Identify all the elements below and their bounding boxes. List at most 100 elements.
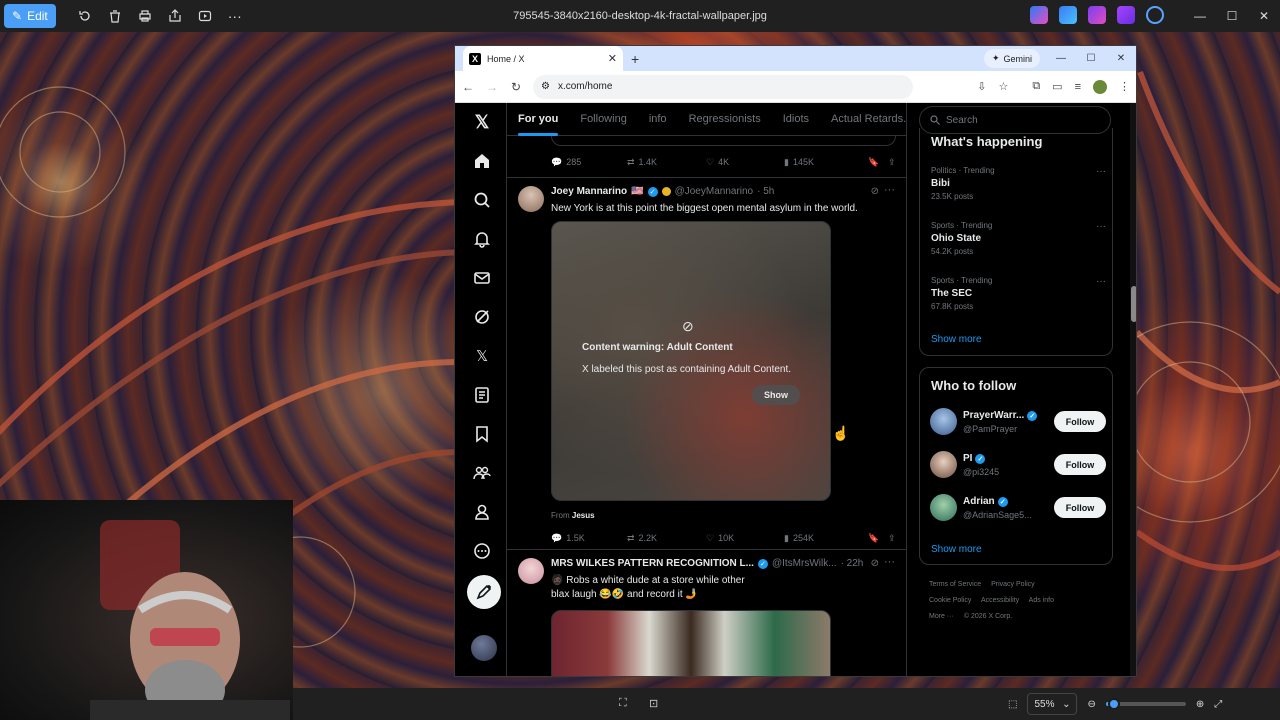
messages-mail-icon[interactable] (472, 268, 492, 288)
new-tab-icon[interactable]: + (631, 51, 639, 67)
more-circle-icon[interactable] (472, 541, 492, 561)
footer-terms-link[interactable]: Terms of Service (929, 581, 981, 588)
rotate-icon[interactable] (70, 4, 100, 28)
minimize-icon[interactable]: — (1184, 0, 1216, 32)
zoom-slider[interactable] (1105, 698, 1186, 710)
fullscreen-icon[interactable]: ⤢ (1214, 699, 1222, 710)
chrome-maximize-icon[interactable]: ☐ (1076, 46, 1106, 71)
tweet-more-icon[interactable]: ··· (884, 184, 895, 196)
print-icon[interactable] (130, 4, 160, 28)
tweet-author-name[interactable]: Joey Mannarino (551, 186, 627, 197)
page-scrollbar[interactable] (1130, 103, 1136, 676)
footer-ads-link[interactable]: Ads info (1029, 597, 1054, 604)
reply-button[interactable]: 💬 1.5K (551, 533, 627, 544)
notifications-bell-icon[interactable] (472, 229, 492, 249)
trend-more-icon[interactable]: ··· (1096, 221, 1106, 232)
follow-button[interactable]: Follow (1054, 454, 1106, 475)
reload-icon[interactable]: ↻ (509, 80, 523, 94)
share-icon[interactable] (160, 4, 190, 28)
tab-following[interactable]: Following (569, 103, 637, 136)
copilot-icon[interactable] (1030, 6, 1048, 24)
site-info-icon[interactable]: ⚙ (541, 81, 550, 92)
tweet-more-icon[interactable]: ··· (884, 556, 895, 568)
x-logo-icon[interactable]: 𝕏 (472, 112, 492, 132)
back-icon[interactable]: ← (461, 80, 475, 94)
repost-button[interactable]: ⇄ 1.4K (627, 157, 706, 168)
close-icon[interactable]: ✕ (1248, 0, 1280, 32)
grok-icon[interactable] (472, 307, 492, 327)
profile-avatar[interactable] (1093, 79, 1107, 94)
suggestion-avatar[interactable] (930, 408, 957, 435)
premium-x-icon[interactable]: 𝕏 (472, 346, 492, 366)
install-app-icon[interactable]: ⇩ (977, 80, 986, 93)
zoom-dropdown[interactable]: 55% ⌄ (1027, 693, 1078, 715)
tweet-video-media[interactable] (551, 610, 831, 676)
tab-info[interactable]: info (638, 103, 678, 136)
zoom-slider-knob[interactable] (1107, 698, 1120, 710)
url-field[interactable]: ⚙ x.com/home (533, 74, 913, 99)
views-button[interactable]: ▮ 254K (784, 533, 868, 544)
tweet-time[interactable]: · 5h (757, 186, 774, 197)
fit-screen-icon[interactable]: ⛶ (619, 697, 627, 710)
home-icon[interactable] (472, 151, 492, 171)
explore-search-icon[interactable] (472, 190, 492, 210)
follow-button[interactable]: Follow (1054, 411, 1106, 432)
tweet-author-handle[interactable]: @ItsMrsWilk... (772, 558, 837, 569)
clipchamp-icon[interactable] (1088, 6, 1106, 24)
bookmark-button[interactable]: 🔖 (868, 157, 888, 168)
suggestion-name[interactable]: Adrian (963, 496, 995, 507)
designer-icon[interactable] (1059, 6, 1077, 24)
tab-idiots[interactable]: Idiots (772, 103, 820, 136)
bookmarks-icon[interactable] (472, 424, 492, 444)
maximize-icon[interactable]: ☐ (1216, 0, 1248, 32)
chrome-menu-icon[interactable]: ⋮ (1119, 80, 1130, 93)
share-button[interactable]: ⇪ (888, 533, 896, 544)
trend-item[interactable]: Politics · Trending Bibi 23.5K posts ··· (931, 166, 1106, 201)
split-view-icon[interactable]: ▭ (1052, 80, 1062, 93)
zoom-out-icon[interactable]: ⊖ (1087, 699, 1095, 710)
edit-button[interactable]: ✎ Edit (4, 4, 56, 28)
account-avatar[interactable] (471, 635, 497, 661)
tweet-mrs-wilkes[interactable]: MRS WILKES PATTERN RECOGNITION L... ✓ @I… (507, 550, 906, 676)
lists-icon[interactable] (472, 385, 492, 405)
trend-item[interactable]: Sports · Trending Ohio State 54.2K posts… (931, 221, 1106, 256)
repost-button[interactable]: ⇄ 2.2K (627, 533, 706, 544)
bookmark-button[interactable]: 🔖 (868, 533, 888, 544)
show-content-button[interactable]: Show (752, 385, 800, 405)
like-button[interactable]: ♡ 4K (706, 157, 784, 168)
tab-x-home[interactable]: X Home / X ✕ (463, 46, 623, 71)
zoom-in-icon[interactable]: ⊕ (1196, 699, 1204, 710)
slideshow-icon[interactable] (190, 4, 220, 28)
share-button[interactable]: ⇪ (888, 157, 896, 168)
follow-suggestion[interactable]: PI ✓ @pi3245 Follow (930, 451, 1106, 481)
trends-show-more-link[interactable]: Show more (931, 334, 982, 345)
communities-icon[interactable] (472, 463, 492, 483)
profile-icon[interactable] (472, 502, 492, 522)
tweet-avatar[interactable] (518, 186, 544, 212)
grok-explain-icon[interactable]: ⊘ (871, 558, 879, 569)
suggestion-name[interactable]: PrayerWarr... (963, 410, 1024, 421)
chrome-close-icon[interactable]: ✕ (1106, 46, 1136, 71)
content-warning-media[interactable]: ⊘ Content warning: Adult Content X label… (551, 221, 831, 501)
post-compose-icon[interactable] (467, 575, 501, 609)
suggestion-avatar[interactable] (930, 494, 957, 521)
views-button[interactable]: ▮ 145K (784, 157, 868, 168)
tab-regressionists[interactable]: Regressionists (678, 103, 772, 136)
follow-show-more-link[interactable]: Show more (931, 544, 982, 555)
follow-suggestion[interactable]: Adrian ✓ @AdrianSage5... Follow (930, 494, 1106, 524)
reply-button[interactable]: 💬 285 (551, 157, 627, 168)
footer-accessibility-link[interactable]: Accessibility (981, 597, 1019, 604)
actual-size-icon[interactable]: ⊡ (649, 697, 658, 710)
footer-more-link[interactable]: More ··· (929, 613, 954, 620)
more-icon[interactable]: ··· (220, 4, 250, 28)
bookmark-star-icon[interactable]: ☆ (998, 80, 1008, 93)
gemini-button[interactable]: ✦ Gemini (983, 49, 1040, 68)
tweet-author-name[interactable]: MRS WILKES PATTERN RECOGNITION L... (551, 558, 754, 569)
fit-window-icon[interactable]: ⬚ (1008, 699, 1017, 710)
forward-icon[interactable]: → (485, 80, 499, 94)
onedrive-icon[interactable] (1146, 6, 1164, 24)
delete-icon[interactable] (100, 4, 130, 28)
footer-cookie-link[interactable]: Cookie Policy (929, 597, 971, 604)
scrollbar-thumb[interactable] (1131, 286, 1136, 322)
tweet-time[interactable]: · 22h (841, 558, 864, 569)
